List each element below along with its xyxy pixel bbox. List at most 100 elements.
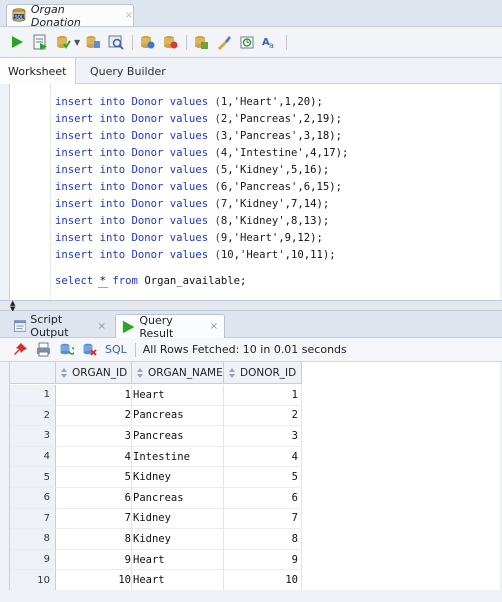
row-number[interactable]: 10 (10, 570, 56, 591)
cell-donor-id[interactable]: 1 (224, 385, 302, 406)
tab-query-builder[interactable]: Query Builder (82, 58, 174, 84)
document-tab-bar: SQL Organ Donation × (0, 0, 502, 29)
cell-donor-id[interactable]: 6 (224, 487, 302, 509)
cell-organ-id[interactable]: 1 (56, 385, 132, 406)
panel-splitter[interactable]: ▲ ▼ (0, 300, 502, 313)
format-icon[interactable]: Aa (261, 34, 278, 51)
cell-donor-id[interactable]: 7 (224, 508, 302, 530)
explain-plan-icon[interactable] (84, 34, 101, 51)
table-row[interactable]: 4 4 Intestine 4 (10, 446, 302, 468)
row-number[interactable]: 1 (10, 385, 56, 406)
rollback-icon[interactable] (138, 34, 155, 51)
code-token: ,10,11); (284, 249, 336, 261)
row-number[interactable]: 5 (10, 467, 56, 488)
cell-organ-id[interactable]: 10 (56, 570, 132, 591)
cell-organ-name[interactable]: Intestine (132, 446, 224, 468)
cell-organ-id[interactable]: 3 (56, 426, 132, 447)
row-number-value: 7 (43, 512, 50, 524)
close-icon[interactable]: × (125, 10, 133, 21)
clear-icon[interactable] (215, 34, 232, 51)
commit-icon[interactable] (54, 34, 71, 51)
cell-donor-id[interactable]: 10 (224, 570, 302, 591)
run-statement-icon[interactable] (8, 34, 25, 51)
code-token: insert into Donor values ( (55, 96, 221, 108)
history-icon[interactable] (192, 34, 209, 51)
cell-donor-id[interactable]: 9 (224, 549, 302, 571)
table-row[interactable]: 1 1 Heart 1 (10, 385, 302, 406)
tab-query-result[interactable]: Query Result × (115, 314, 225, 340)
table-row[interactable]: 9 9 Heart 9 (10, 549, 302, 571)
table-row[interactable]: 10 10 Heart 10 (10, 570, 302, 591)
cell-donor-id[interactable]: 2 (224, 405, 302, 427)
table-row[interactable]: 8 8 Kidney 8 (10, 529, 302, 550)
cell-donor-id[interactable]: 5 (224, 467, 302, 488)
row-number[interactable]: 3 (10, 426, 56, 447)
close-icon[interactable]: × (98, 321, 106, 332)
cell-organ-id[interactable]: 2 (56, 405, 132, 427)
cell-organ-name[interactable]: Pancreas (132, 405, 224, 427)
pin-icon[interactable] (12, 341, 29, 358)
cell-organ-id[interactable]: 7 (56, 508, 132, 530)
sort-icon (136, 367, 145, 379)
refresh-icon[interactable] (58, 341, 75, 358)
column-header-organ-name[interactable]: ORGAN_NAME (132, 362, 224, 384)
row-number-header (10, 362, 56, 384)
row-number[interactable]: 7 (10, 508, 56, 530)
code-token: 'Pancreas' (233, 181, 298, 193)
cell-organ-name[interactable]: Kidney (132, 529, 224, 550)
cell-donor-id-value: 1 (291, 388, 298, 401)
table-row[interactable]: 6 6 Pancreas 6 (10, 487, 302, 509)
cell-organ-id[interactable]: 9 (56, 549, 132, 571)
svg-text:a: a (269, 41, 274, 50)
column-header-donor-id[interactable]: DONOR_ID (224, 362, 302, 384)
cell-organ-id[interactable]: 4 (56, 446, 132, 468)
cell-organ-name[interactable]: Kidney (132, 467, 224, 488)
cell-organ-name[interactable]: Heart (132, 570, 224, 591)
cell-donor-id-value: 10 (285, 574, 298, 587)
cell-donor-id-value: 6 (291, 491, 298, 504)
cell-organ-name[interactable]: Kidney (132, 508, 224, 530)
table-row[interactable]: 7 7 Kidney 7 (10, 508, 302, 530)
table-row[interactable]: 3 3 Pancreas 3 (10, 426, 302, 447)
cell-donor-id[interactable]: 8 (224, 529, 302, 550)
row-number[interactable]: 9 (10, 549, 56, 571)
sql-link[interactable]: SQL (105, 343, 127, 356)
cell-organ-name[interactable]: Heart (132, 385, 224, 406)
tab-script-output[interactable]: Script Output × (8, 313, 112, 339)
print-icon[interactable] (35, 341, 52, 358)
cell-organ-name[interactable]: Pancreas (132, 426, 224, 447)
cell-donor-id[interactable]: 3 (224, 426, 302, 447)
tab-worksheet[interactable]: Worksheet (0, 58, 76, 84)
cell-organ-id[interactable]: 6 (56, 487, 132, 509)
sql-history-icon[interactable] (238, 34, 255, 51)
cell-organ-id[interactable]: 8 (56, 529, 132, 550)
row-number[interactable]: 6 (10, 487, 56, 509)
cell-organ-name[interactable]: Heart (132, 549, 224, 571)
autotrace-icon[interactable] (107, 34, 124, 51)
cell-organ-id[interactable]: 5 (56, 467, 132, 488)
row-number[interactable]: 4 (10, 446, 56, 468)
row-number[interactable]: 2 (10, 405, 56, 427)
column-header-organ-id[interactable]: ORGAN_ID (56, 362, 132, 384)
sql-tuning-icon[interactable] (161, 34, 178, 51)
cell-organ-name[interactable]: Pancreas (132, 487, 224, 509)
row-number[interactable]: 8 (10, 529, 56, 550)
export-icon[interactable] (81, 341, 98, 358)
close-icon[interactable]: × (210, 321, 218, 332)
code-token: 'Pancreas' (233, 113, 298, 125)
code-token: ,2,19); (297, 113, 343, 125)
table-row[interactable]: 5 5 Kidney 5 (10, 467, 302, 488)
bottom-strip (0, 590, 502, 602)
cell-donor-id[interactable]: 4 (224, 446, 302, 468)
dropdown-arrow-icon[interactable]: ▼ (74, 38, 80, 47)
run-script-icon[interactable] (31, 34, 48, 51)
row-number-value: 2 (43, 409, 50, 421)
cell-donor-id-value: 4 (291, 450, 298, 463)
code-token: from (106, 275, 145, 287)
sql-editor[interactable]: insert into Donor values (1,'Heart',1,20… (9, 84, 500, 300)
document-tab-organ-donation[interactable]: SQL Organ Donation × (6, 3, 134, 29)
table-row[interactable]: 2 2 Pancreas 2 (10, 405, 302, 427)
toolbar-separator (286, 34, 288, 50)
sql-developer-window: SQL Organ Donation × ▼ A a Worksheet Que… (0, 0, 502, 602)
cell-organ-id-value: 10 (118, 574, 131, 587)
